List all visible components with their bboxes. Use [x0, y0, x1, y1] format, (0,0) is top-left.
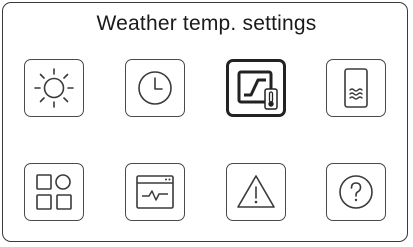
weather-temp-button[interactable]: [226, 59, 286, 117]
help-button[interactable]: [326, 163, 386, 221]
menu-button[interactable]: [24, 163, 84, 221]
grid-menu-icon: [36, 174, 72, 210]
warning-button[interactable]: [226, 163, 286, 221]
monitor-graph-icon: [136, 175, 174, 209]
clock-icon: [138, 71, 172, 105]
sun-icon: [34, 68, 74, 108]
water-tank-button[interactable]: [326, 59, 386, 117]
brightness-button[interactable]: [24, 59, 84, 117]
help-icon: [339, 175, 373, 209]
monitor-button[interactable]: [125, 163, 185, 221]
clock-button[interactable]: [125, 59, 185, 117]
page-title: Weather temp. settings: [96, 12, 317, 35]
weather-temp-curve-icon: [237, 70, 278, 110]
warning-icon: [237, 175, 275, 208]
water-tank-icon: [344, 68, 368, 108]
